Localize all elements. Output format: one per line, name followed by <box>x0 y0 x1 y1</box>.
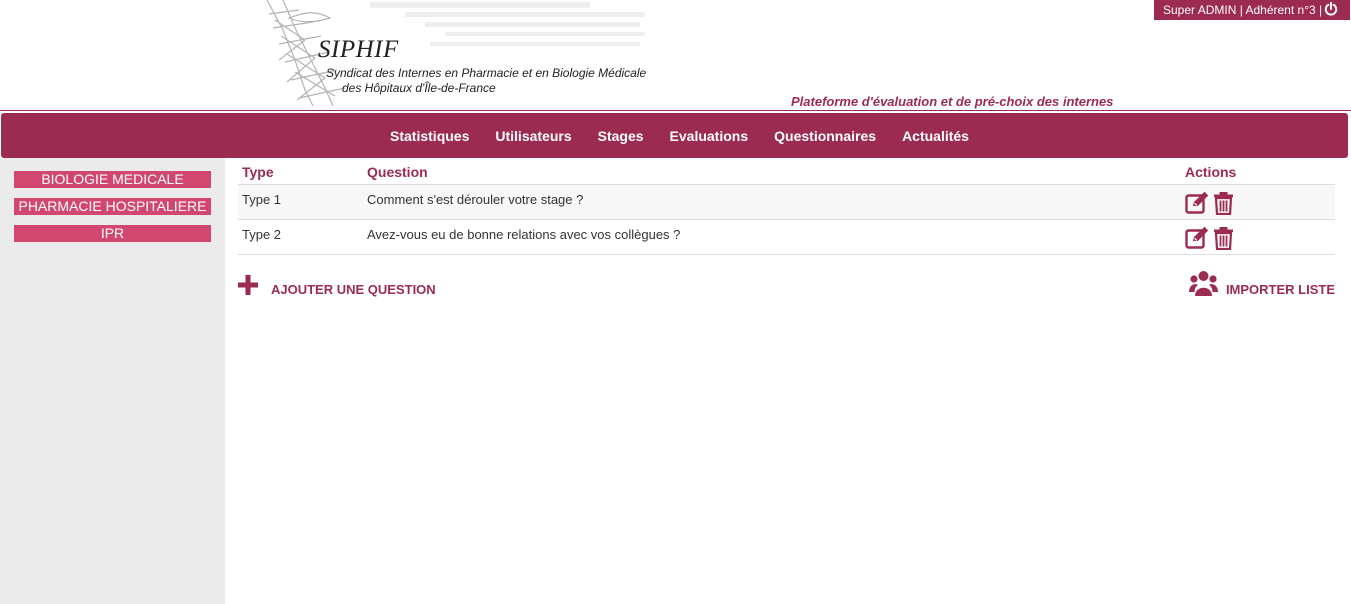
logo-subtitle-line2: des Hôpitaux d'Île-de-France <box>342 81 496 95</box>
column-header-question: Question <box>367 164 428 180</box>
sidebar-item-biologie-medicale[interactable]: BIOLOGIE MEDICALE <box>14 171 211 188</box>
table-header: Type Question Actions <box>238 160 1335 185</box>
power-icon[interactable] <box>1324 1 1338 16</box>
trash-icon[interactable] <box>1212 226 1237 250</box>
nav-item-utilisateurs[interactable]: Utilisateurs <box>495 128 571 144</box>
questions-panel: Type Question Actions Type 1 Comment s'e… <box>238 160 1335 297</box>
table-row: Type 1 Comment s'est dérouler votre stag… <box>238 185 1335 220</box>
edit-icon[interactable] <box>1185 226 1210 250</box>
nav-item-statistiques[interactable]: Statistiques <box>390 128 469 144</box>
row-type: Type 1 <box>242 192 282 207</box>
nav-item-actualites[interactable]: Actualités <box>902 128 969 144</box>
users-icon[interactable] <box>1189 270 1218 297</box>
main-navbar: Statistiques Utilisateurs Stages Evaluat… <box>1 113 1348 158</box>
logo-subtitle-line1: Syndicat des Internes en Pharmacie et en… <box>326 66 647 80</box>
user-info-bar: Super ADMIN | Adhérent n°3 | <box>1154 0 1350 20</box>
header-divider <box>0 110 1351 111</box>
import-list-button[interactable]: IMPORTER LISTE <box>1226 282 1335 297</box>
sidebar-item-ipr[interactable]: IPR <box>14 225 211 242</box>
header: SIPHIF Syndicat des Internes en Pharmaci… <box>0 0 1351 112</box>
actions-row: AJOUTER UNE QUESTION IMPORTER LISTE <box>238 271 1335 305</box>
row-type: Type 2 <box>242 227 282 242</box>
nav-item-questionnaires[interactable]: Questionnaires <box>774 128 876 144</box>
column-header-actions: Actions <box>1185 164 1237 180</box>
nav-item-evaluations[interactable]: Evaluations <box>670 128 749 144</box>
edit-icon[interactable] <box>1185 191 1210 215</box>
sidebar-item-pharmacie-hospitaliere[interactable]: PHARMACIE HOSPITALIERE <box>14 198 211 215</box>
plus-icon[interactable] <box>238 275 258 295</box>
column-header-type: Type <box>242 164 274 180</box>
platform-tagline: Plateforme d'évaluation et de pré-choix … <box>791 94 1114 109</box>
row-question: Avez-vous eu de bonne relations avec vos… <box>367 227 681 242</box>
trash-icon[interactable] <box>1212 191 1237 215</box>
nav-item-stages[interactable]: Stages <box>598 128 644 144</box>
user-label: Super ADMIN | Adhérent n°3 | <box>1163 3 1323 17</box>
row-question: Comment s'est dérouler votre stage ? <box>367 192 584 207</box>
logo-title: SIPHIF <box>318 36 399 63</box>
add-question-button[interactable]: AJOUTER UNE QUESTION <box>271 282 436 297</box>
table-row: Type 2 Avez-vous eu de bonne relations a… <box>238 220 1335 255</box>
sidebar: BIOLOGIE MEDICALE PHARMACIE HOSPITALIERE… <box>0 158 225 604</box>
